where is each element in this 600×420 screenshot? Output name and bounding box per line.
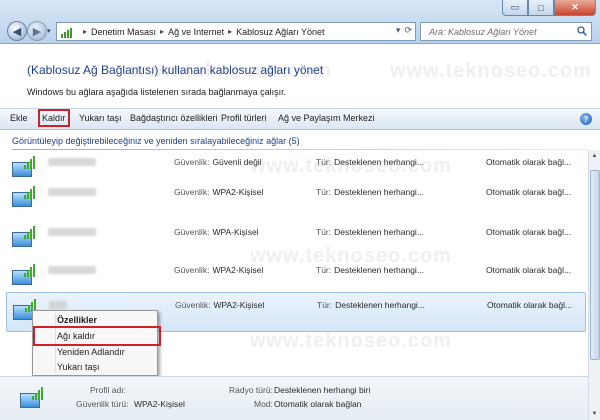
network-type: Tür: Desteklenen herhangi... (317, 300, 425, 310)
context-menu: Özellikler Ağı kaldır Yeniden Adlandır Y… (32, 310, 161, 376)
wireless-network-icon (10, 186, 38, 212)
help-icon[interactable]: ? (580, 113, 592, 125)
menu-item-move-up[interactable]: Yukarı taşı (57, 362, 100, 372)
menu-item-rename[interactable]: Yeniden Adlandır (57, 347, 125, 357)
wireless-network-icon (10, 226, 38, 252)
address-dropdown-icon[interactable]: ▾ (396, 25, 401, 36)
watermark: www.teknoseo.com (250, 330, 452, 352)
network-security: Güvenlik: WPA2-Kişisel (175, 300, 265, 310)
network-name-redacted (48, 266, 96, 274)
breadcrumb-network-internet[interactable]: Ağ ve Internet (168, 27, 224, 37)
network-name-redacted (48, 188, 96, 196)
back-button[interactable]: ◀ (7, 21, 27, 41)
network-mode: Otomatik olarak bağl... (486, 157, 572, 167)
network-security: Güvenlik: Güvenli değil (174, 157, 262, 167)
menu-item-remove-network[interactable]: Ağı kaldır (57, 331, 95, 341)
scroll-down-icon[interactable]: ▼ (589, 408, 600, 420)
scrollbar-thumb[interactable] (590, 170, 600, 360)
mode-value: Otomatik olarak bağlan (274, 399, 362, 409)
remove-button[interactable]: Kaldır (38, 109, 70, 127)
network-type: Tür: Desteklenen herhangi... (316, 187, 424, 197)
network-type: Tür: Desteklenen herhangi... (316, 157, 424, 167)
radio-type-label: Radyo türü: (229, 385, 273, 395)
move-up-button[interactable]: Yukarı taşı (79, 113, 122, 123)
command-toolbar: Ekle Kaldır Yukarı taşı Bağdaştırıcı öze… (0, 108, 600, 130)
network-signal-icon (61, 26, 75, 38)
refresh-icon[interactable]: ⟳ (404, 25, 412, 36)
network-name-redacted (48, 158, 96, 166)
close-button[interactable]: ✕ (554, 0, 596, 16)
profile-name-label: Profil adı: (90, 385, 126, 395)
adapter-properties-button[interactable]: Bağdaştırıcı özellikleri (130, 113, 218, 123)
profile-types-button[interactable]: Profil türleri (221, 113, 267, 123)
security-type-label: Güvenlik türü: (76, 399, 129, 409)
minimize-button[interactable]: ▭ (502, 0, 528, 16)
network-security: Güvenlik: WPA2-Kişisel (174, 187, 264, 197)
breadcrumb-separator-icon: ▸ (228, 27, 233, 36)
watermark: www.teknoseo.com (390, 60, 592, 82)
network-mode: Otomatik olarak bağl... (486, 227, 572, 237)
network-name-redacted (48, 228, 96, 236)
network-type: Tür: Desteklenen herhangi... (316, 227, 424, 237)
radio-type-value: Desteklenen herhangi biri (274, 385, 371, 395)
forward-button[interactable]: ▶ (27, 21, 47, 41)
wireless-network-icon (10, 156, 38, 182)
breadcrumb-control-panel[interactable]: Denetim Masası (91, 27, 156, 37)
back-arrow-icon: ◀ (12, 25, 22, 38)
search-placeholder: Ara: Kablosuz Ağları Yönet (429, 26, 537, 37)
maximize-button[interactable]: □ (528, 0, 554, 16)
security-type-value: WPA2-Kişisel (134, 399, 185, 409)
network-security: Güvenlik: WPA2-Kişisel (174, 265, 264, 275)
network-mode: Otomatik olarak bağl... (486, 265, 572, 275)
search-icon[interactable] (577, 26, 587, 36)
mode-label: Mod: (254, 399, 273, 409)
forward-arrow-icon: ▶ (32, 25, 42, 38)
history-dropdown-icon[interactable]: ▾ (47, 27, 51, 35)
network-mode: Otomatik olarak bağl... (487, 300, 573, 310)
network-mode: Otomatik olarak bağl... (486, 187, 572, 197)
group-header: Görüntüleyip değiştirebileceğiniz ve yen… (12, 136, 300, 146)
wireless-network-icon (10, 264, 38, 290)
scroll-up-icon[interactable]: ▲ (589, 150, 600, 162)
network-row[interactable]: Güvenlik: WPA2-Kişisel Tür: Desteklenen he… (6, 180, 586, 220)
page-description: Windows bu ağlara aşağıda listelenen sır… (27, 87, 287, 97)
network-type: Tür: Desteklenen herhangi... (316, 265, 424, 275)
network-sharing-center-button[interactable]: Ağ ve Paylaşım Merkezi (278, 113, 375, 123)
menu-item-properties[interactable]: Özellikler (57, 315, 97, 325)
breadcrumb-separator-icon: ▸ (160, 27, 165, 36)
list-scrollbar[interactable]: ▲ ▼ (588, 150, 600, 420)
network-row[interactable]: Güvenlik: WPA-Kişisel Tür: Desteklenen her… (6, 220, 586, 260)
search-input[interactable]: Ara: Kablosuz Ağları Yönet (420, 22, 592, 41)
network-security: Güvenlik: WPA-Kişisel (174, 227, 259, 237)
menu-highlight (33, 326, 161, 346)
network-name-redacted (49, 301, 67, 309)
wireless-network-icon (18, 387, 46, 413)
breadcrumb: ▸ Denetim Masası ▸ Ağ ve Internet ▸ Kabl… (79, 27, 325, 37)
window-controls: ▭ □ ✕ (502, 0, 596, 16)
address-bar[interactable]: ▸ Denetim Masası ▸ Ağ ve Internet ▸ Kabl… (56, 22, 416, 41)
add-button[interactable]: Ekle (10, 113, 28, 123)
breadcrumb-separator-icon: ▸ (83, 27, 88, 36)
breadcrumb-manage-wireless[interactable]: Kablosuz Ağları Yönet (236, 27, 324, 37)
details-pane: Profil adı: Güvenlik türü: WPA2-Kişisel … (0, 376, 588, 420)
page-title: (Kablosuz Ağ Bağlantısı) kullanan kablos… (27, 63, 324, 77)
